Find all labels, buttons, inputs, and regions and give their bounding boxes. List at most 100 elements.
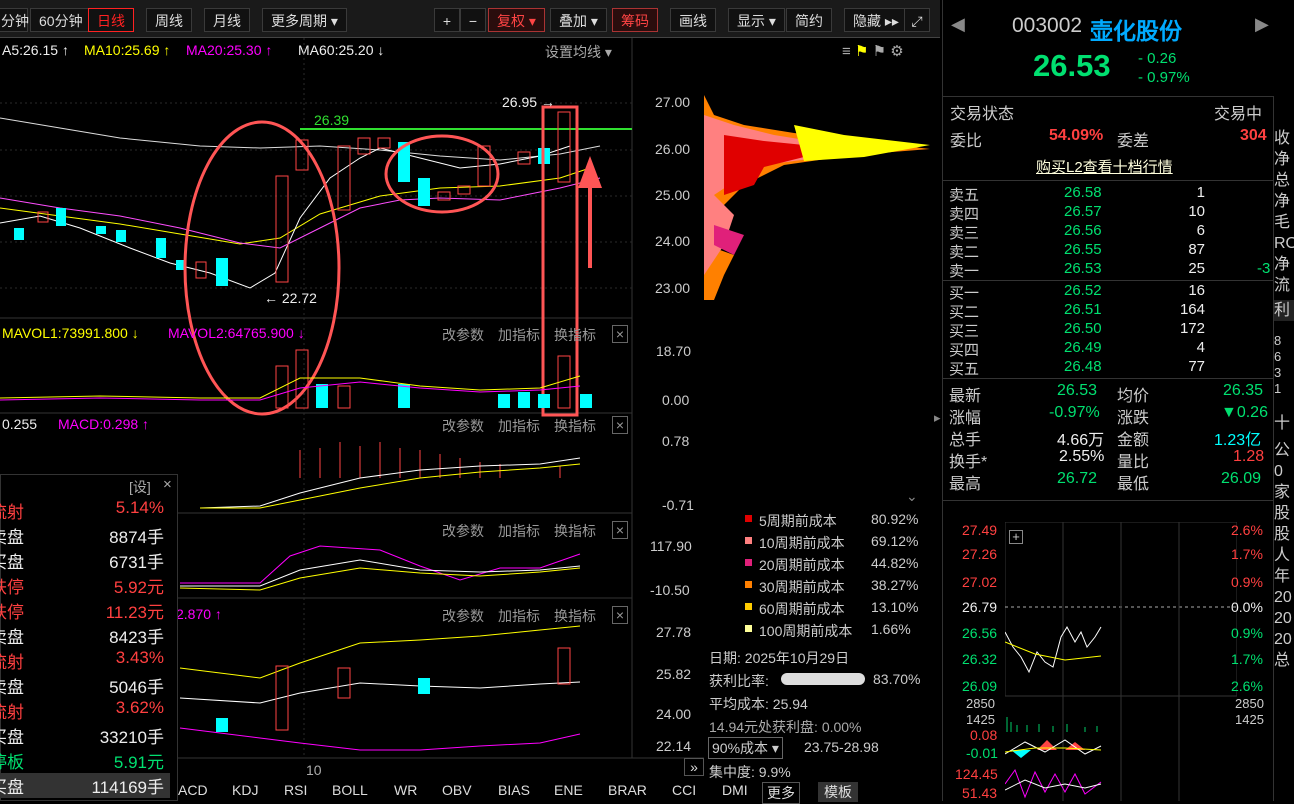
edge-text: 股 (1274, 526, 1291, 543)
tab-bias[interactable]: BIAS (498, 782, 530, 798)
mini-axis-r3: 0.9% (1231, 574, 1263, 590)
hide-button[interactable]: 隐藏 ▸▸ (844, 8, 908, 32)
zoom-out-button[interactable]: − (460, 8, 486, 32)
fuquan-button[interactable]: 复权 ▾ (488, 8, 545, 32)
boll-close-icon[interactable]: × (612, 606, 628, 624)
tab-obv[interactable]: OBV (442, 782, 472, 798)
buy-l2-link[interactable]: 购买L2查看十档行情 (1036, 156, 1173, 177)
float-row-value: 33210手 (99, 728, 164, 747)
stat-label-2: 量比 (1117, 454, 1150, 471)
boll-add-indicator[interactable]: 加指标 (498, 606, 540, 626)
buy-name: 买一 (949, 285, 980, 302)
fullscreen-icon[interactable]: ⤢ (904, 8, 930, 32)
macd-legend: MACD:0.298 ↑ (58, 416, 150, 432)
price-axis-5: 23.00 (655, 280, 691, 296)
cost-select-dropdown[interactable]: 90%成本 ▾ (708, 737, 783, 759)
chip-legend-row: 20周期前成本 44.82% (745, 555, 930, 577)
daily-button[interactable]: 日线 (88, 8, 134, 32)
vol-change-param[interactable]: 改参数 (442, 325, 484, 345)
float-row-label: 跌停 (0, 603, 24, 622)
boll-axis-4: 22.14 (656, 738, 692, 754)
highlight-ellipse-left (183, 120, 341, 416)
tab-brar[interactable]: BRAR (608, 782, 647, 798)
mavol1-value: MAVOL1:73991.800 (2, 325, 128, 341)
diejia-button[interactable]: 叠加 ▾ (550, 8, 607, 32)
sell-price: 26.55 (1064, 241, 1102, 258)
rsi-close-icon[interactable]: × (612, 521, 628, 539)
float-row-label: 流射 (0, 703, 24, 722)
float-row: 卖盘 8423手 (0, 623, 170, 648)
tab-ene[interactable]: ENE (554, 782, 583, 798)
vol-close-icon[interactable]: × (612, 325, 628, 343)
macd-add-indicator[interactable]: 加指标 (498, 416, 540, 436)
tab-wr[interactable]: WR (394, 782, 417, 798)
sell-row: 卖五 26.58 1 (949, 184, 1205, 204)
sell-name: 卖四 (949, 206, 980, 223)
tab-cci[interactable]: CCI (672, 782, 696, 798)
tab-rsi[interactable]: RSI (284, 782, 307, 798)
monthly-button[interactable]: 月线 (204, 8, 250, 32)
add-overlay-icon[interactable]: + (1009, 530, 1023, 544)
chip-flag-yellow-icon[interactable]: ⚑ (855, 43, 868, 60)
chip-legend-row: 10周期前成本 69.12% (745, 533, 930, 555)
rsi-change-param[interactable]: 改参数 (442, 521, 484, 541)
vol-switch-indicator[interactable]: 换指标 (554, 325, 596, 345)
stat-label: 换手* (949, 454, 988, 471)
tab-boll[interactable]: BOLL (332, 782, 368, 798)
buy-name: 买二 (949, 304, 980, 321)
tab-macd[interactable]: ACD (178, 782, 208, 798)
macd-switch-indicator[interactable]: 换指标 (554, 416, 596, 436)
next-stock-icon[interactable]: ▶ (1255, 14, 1269, 35)
float-row: 买盘 114169手 (0, 773, 170, 798)
zoom-in-button[interactable]: + (434, 8, 460, 32)
sell-chg: -3 (1257, 260, 1271, 277)
60min-button[interactable]: 60分钟 (30, 8, 92, 32)
side-collapse-icon[interactable]: ▸ (934, 410, 941, 426)
chip-settings-icon[interactable]: ⚙ (890, 43, 903, 60)
chip-collapse-icon[interactable]: ⌄ (906, 488, 918, 505)
simple-button[interactable]: 简约 (786, 8, 832, 32)
stock-name: 壶化股份 (1090, 18, 1182, 44)
chip-flag-icon[interactable]: ⚑ (873, 43, 886, 60)
chip-legend-swatch (745, 603, 752, 610)
intraday-chart[interactable] (1005, 522, 1237, 801)
stat-value: 4.66万 (1057, 432, 1105, 449)
display-button[interactable]: 显示 ▾ (728, 8, 785, 32)
weekly-button[interactable]: 周线 (146, 8, 192, 32)
macd-change-param[interactable]: 改参数 (442, 416, 484, 436)
prev-stock-icon[interactable]: ◀ (951, 14, 965, 35)
sell-price: 26.57 (1064, 203, 1102, 220)
chip-list-icon[interactable]: ≡ (842, 43, 851, 60)
weibi-value: 54.09% (1049, 127, 1104, 144)
boll-switch-indicator[interactable]: 换指标 (554, 606, 596, 626)
rsi-switch-indicator[interactable]: 换指标 (554, 521, 596, 541)
stock-price: 26.53 (1033, 48, 1111, 83)
tab-kdj[interactable]: KDJ (232, 782, 258, 798)
tab-template[interactable]: 模板 (818, 782, 858, 802)
low-annotation: ← 22.72 (264, 290, 317, 306)
chip-concentration: 集中度: 9.9% (709, 764, 791, 780)
tab-dmi[interactable]: DMI (722, 782, 748, 798)
boll-axis-3: 24.00 (656, 706, 692, 722)
float-close-icon[interactable]: × (163, 476, 172, 493)
rsi-add-indicator[interactable]: 加指标 (498, 521, 540, 541)
scroll-right-icon[interactable]: » (684, 758, 704, 776)
high-value: 26.95 (502, 94, 538, 110)
sell-price: 26.53 (1064, 260, 1102, 277)
draw-line-button[interactable]: 画线 (670, 8, 716, 32)
float-row-label: 流射 (0, 653, 24, 672)
boll-change-param[interactable]: 改参数 (442, 606, 484, 626)
stat-value-2: ▼0.26 (1221, 404, 1268, 421)
buy-row: 买一 26.52 16 (949, 282, 1205, 302)
more-period-button[interactable]: 更多周期 ▾ (262, 8, 347, 32)
float-settings-button[interactable]: [设] (129, 477, 151, 497)
macd-close-icon[interactable]: × (612, 416, 628, 434)
price-axis-3: 25.00 (655, 187, 691, 203)
buy-name: 买四 (949, 342, 980, 359)
vol-add-indicator[interactable]: 加指标 (498, 325, 540, 345)
chip-cost-range: 23.75-28.98 (804, 739, 879, 755)
minute-button[interactable]: 分钟 (0, 8, 29, 32)
buy-row: 买四 26.49 4 (949, 339, 1205, 359)
chouma-button[interactable]: 筹码 (612, 8, 658, 32)
high-annotation: 26.95 → (502, 94, 555, 110)
